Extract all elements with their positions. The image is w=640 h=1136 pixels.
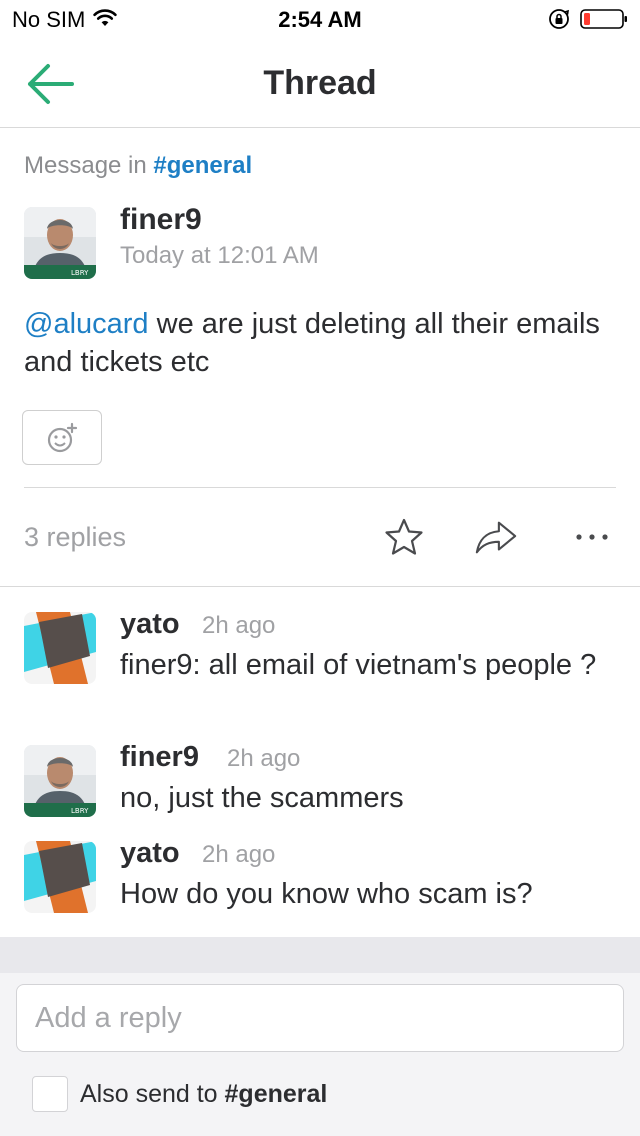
avatar[interactable]: LBRY [24,207,96,279]
avatar[interactable] [24,612,96,684]
finer9-avatar-image: LBRY [24,207,96,279]
reply-time: 2h ago [227,745,301,772]
reply-author[interactable]: finer9 [120,741,199,774]
share-button[interactable] [474,515,518,559]
avatar[interactable] [24,841,96,913]
reply-text: no, just the scammers [120,782,404,814]
reply-author[interactable]: yato [120,837,180,870]
add-reaction-button[interactable] [22,410,102,465]
reply-time: 2h ago [202,841,276,868]
finer9-avatar-image: LBRY [24,745,96,817]
reply-input[interactable] [16,984,624,1052]
reply-time: 2h ago [202,612,276,639]
context-prefix: Message in [24,152,147,179]
svg-text:LBRY: LBRY [71,807,89,815]
status-right [548,8,628,35]
share-icon [475,521,517,554]
channel-link[interactable]: #general [153,152,252,179]
divider [0,586,640,587]
divider [24,487,616,488]
replies-count: 3 replies [24,522,127,552]
parent-author[interactable]: finer9 [120,203,202,237]
also-send-toggle[interactable]: Also send to #general [32,1076,327,1112]
message-context: Message in #general [24,152,252,180]
also-send-channel: #general [224,1079,328,1108]
avatar[interactable]: LBRY [24,745,96,817]
more-icon [576,534,608,540]
yato-avatar-image [24,612,96,684]
also-send-label: Also send to #general [80,1080,327,1109]
reply-text: How do you know who scam is? [120,878,533,910]
parent-message-text: @alucard we are just deleting all their … [24,305,614,381]
svg-text:LBRY: LBRY [71,269,89,277]
orientation-lock-icon [548,8,570,35]
reply-text: finer9: all email of vietnam's people ? [120,649,597,681]
also-send-checkbox[interactable] [32,1076,68,1112]
parent-timestamp: Today at 12:01 AM [120,242,319,269]
battery-icon [580,8,628,35]
add-reaction-icon [47,422,78,452]
reply-author[interactable]: yato [120,608,180,641]
yato-avatar-image [24,841,96,913]
user-mention[interactable]: @alucard [24,308,149,340]
nav-bar: Thread [0,40,640,128]
status-bar: No SIM 2:54 AM [0,0,640,40]
more-options-button[interactable] [570,515,614,559]
page-title: Thread [263,64,377,102]
star-button[interactable] [382,515,426,559]
also-send-prefix: Also send to [80,1079,225,1108]
star-icon [385,518,423,555]
separator-band [0,937,640,973]
clock: 2:54 AM [278,7,362,32]
reply-composer: Also send to #general [0,973,640,1136]
